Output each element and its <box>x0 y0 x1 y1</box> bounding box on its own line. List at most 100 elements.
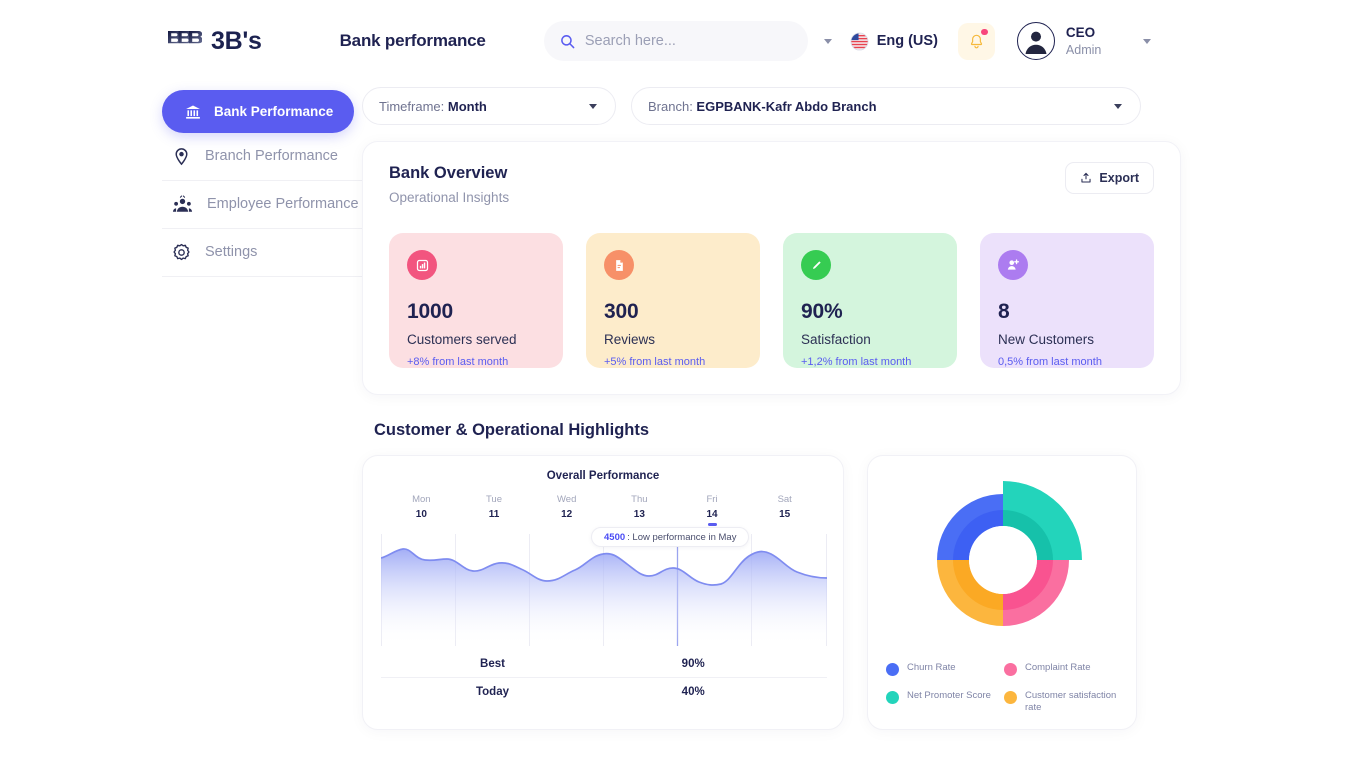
stat-value: 1000 <box>407 300 545 324</box>
export-button[interactable]: Export <box>1065 162 1154 194</box>
timeframe-select[interactable]: Timeframe: Month <box>362 87 616 125</box>
stat-card-satisfaction[interactable]: 90% Satisfaction +1,2% from last month <box>783 233 957 368</box>
filter-bar: Timeframe: Month Branch: EGPBANK-Kafr Ab… <box>362 87 1181 125</box>
stat-card-customers-served[interactable]: 1000 Customers served +8% from last mont… <box>389 233 563 368</box>
sidebar-item-settings[interactable]: Settings <box>162 229 362 277</box>
x-tick-day: Thu <box>603 494 676 505</box>
x-tick: Wed 12 <box>530 494 603 526</box>
avatar[interactable] <box>1017 22 1055 60</box>
page-title: Bank performance <box>340 31 486 51</box>
document-icon <box>612 258 627 273</box>
chevron-down-icon <box>1114 104 1122 109</box>
x-tick: Thu 13 <box>603 494 676 526</box>
user-avatar-icon <box>1019 24 1053 58</box>
branch-label: Branch: EGPBANK-Kafr Abdo Branch <box>648 99 877 114</box>
sidebar-item-label: Bank Performance <box>214 104 333 119</box>
stat-label: Satisfaction <box>801 332 939 347</box>
summary-row-best: Best 90% <box>381 650 827 678</box>
user-menu-chevron-icon[interactable] <box>1143 39 1151 44</box>
annotation-value: 4500 <box>604 532 625 543</box>
stat-icon-wrap <box>998 250 1028 280</box>
logo-text: 3B's <box>211 27 262 56</box>
x-tick-day: Fri <box>676 494 749 505</box>
pencil-icon <box>809 258 824 273</box>
x-tick-day: Mon <box>385 494 458 505</box>
notification-badge <box>981 29 988 36</box>
donut-hole <box>969 526 1037 594</box>
search-input[interactable] <box>585 33 792 49</box>
highlights-row: Overall Performance Mon 10 Tue 11 Wed 12 <box>362 455 1181 730</box>
legend-item-customer-satisfaction-rate[interactable]: Customer satisfaction rate <box>1004 690 1122 715</box>
sidebar-item-bank-performance[interactable]: Bank Performance <box>162 90 354 133</box>
export-label: Export <box>1099 171 1139 185</box>
gear-icon <box>172 243 191 262</box>
area-chart-svg <box>381 534 827 646</box>
legend-color-swatch <box>886 691 899 704</box>
bank-overview-card: Bank Overview Operational Insights Expor… <box>362 141 1181 395</box>
legend-label: Customer satisfaction rate <box>1025 690 1122 715</box>
summary-key: Best <box>381 658 604 670</box>
notifications-button[interactable] <box>958 23 995 60</box>
legend-item-complaint-rate[interactable]: Complaint Rate <box>1004 662 1122 676</box>
stat-label: Customers served <box>407 332 545 347</box>
legend-color-swatch <box>1004 691 1017 704</box>
app-header: 3B's Bank performance Eng (U <box>0 0 1364 82</box>
logo[interactable]: 3B's <box>168 27 262 56</box>
search-box[interactable] <box>544 21 808 61</box>
language-selector[interactable]: Eng (US) <box>850 32 938 51</box>
stat-delta: +8% from last month <box>407 356 545 368</box>
x-tick-date: 12 <box>530 509 603 520</box>
x-tick-date: 13 <box>603 509 676 520</box>
stat-label: Reviews <box>604 332 742 347</box>
x-tick-day: Tue <box>458 494 531 505</box>
x-tick: Sat 15 <box>748 494 821 526</box>
sidebar-item-label: Employee Performance <box>207 196 359 214</box>
x-tick-date: 15 <box>748 509 821 520</box>
stat-icon-wrap <box>604 250 634 280</box>
language-label: Eng (US) <box>877 33 938 49</box>
stat-label: New Customers <box>998 332 1136 347</box>
add-user-icon <box>1005 257 1021 273</box>
stat-icon-wrap <box>407 250 437 280</box>
chart-title: Overall Performance <box>381 470 825 482</box>
legend-item-churn-rate[interactable]: Churn Rate <box>886 662 1004 676</box>
stat-value: 8 <box>998 300 1136 324</box>
timeframe-label: Timeframe: Month <box>379 99 487 114</box>
x-tick-active[interactable]: Fri 14 <box>676 494 749 526</box>
app-body: Bank Performance Branch Performance Empl… <box>0 82 1364 730</box>
bar-chart-icon <box>415 258 430 273</box>
sidebar-item-label: Branch Performance <box>205 148 338 166</box>
user-name: CEO <box>1066 24 1101 41</box>
sidebar-item-branch-performance[interactable]: Branch Performance <box>162 133 362 181</box>
x-tick: Tue 11 <box>458 494 531 526</box>
donut-legend: Churn Rate Complaint Rate Net Promoter S… <box>886 662 1122 715</box>
legend-item-net-promoter-score[interactable]: Net Promoter Score <box>886 690 1004 715</box>
legend-label: Churn Rate <box>907 662 956 675</box>
chart-annotation-tooltip: 4500: Low performance in May <box>591 527 749 547</box>
branch-select[interactable]: Branch: EGPBANK-Kafr Abdo Branch <box>631 87 1141 125</box>
sidebar-item-label: Settings <box>205 244 257 262</box>
summary-key: Today <box>381 686 604 698</box>
search-filter-chevron-icon[interactable] <box>824 39 832 44</box>
x-tick-date: 10 <box>385 509 458 520</box>
legend-label: Complaint Rate <box>1025 662 1090 675</box>
sidebar-item-employee-performance[interactable]: Employee Performance <box>162 181 362 229</box>
3b-logo-icon <box>168 31 202 52</box>
summary-row-today: Today 40% <box>381 678 827 706</box>
stat-card-new-customers[interactable]: 8 New Customers 0,5% from last month <box>980 233 1154 368</box>
legend-color-swatch <box>1004 663 1017 676</box>
stat-value: 300 <box>604 300 742 324</box>
user-info[interactable]: CEO Admin <box>1066 24 1101 57</box>
customer-metrics-donut-chart: Churn Rate Complaint Rate Net Promoter S… <box>867 455 1137 730</box>
main-content: Timeframe: Month Branch: EGPBANK-Kafr Ab… <box>362 82 1364 730</box>
location-pin-icon <box>172 147 191 166</box>
us-flag-icon <box>850 32 869 51</box>
highlights-title: Customer & Operational Highlights <box>374 421 1181 440</box>
summary-value: 40% <box>604 686 782 698</box>
legend-label: Net Promoter Score <box>907 690 991 703</box>
overview-title: Bank Overview <box>389 164 1154 183</box>
chevron-down-icon <box>589 104 597 109</box>
export-icon <box>1080 172 1092 184</box>
stat-card-reviews[interactable]: 300 Reviews +5% from last month <box>586 233 760 368</box>
stat-delta: +5% from last month <box>604 356 742 368</box>
